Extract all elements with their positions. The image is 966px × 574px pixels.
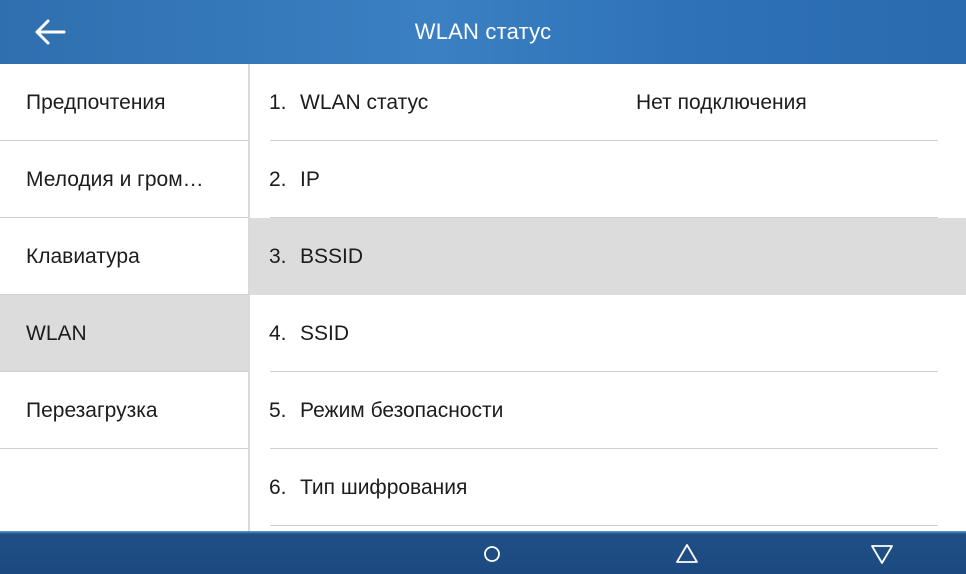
menu-button[interactable]	[862, 537, 902, 569]
home-button[interactable]	[472, 537, 512, 569]
wlan-status-list: 1. WLAN статус Нет подключения 2. IP 3. …	[250, 64, 966, 531]
sidebar-item-label: Мелодия и гром…	[26, 168, 204, 191]
item-label: Тип шифрования	[300, 476, 468, 499]
back-triangle-up-icon	[676, 544, 698, 563]
item-number: 2.	[269, 168, 287, 191]
settings-sidebar: Предпочтения Мелодия и гром… Клавиатура …	[0, 64, 250, 531]
sidebar-item-ringtone-volume[interactable]: Мелодия и гром…	[0, 141, 248, 218]
nav-back-button[interactable]	[667, 537, 707, 569]
title-bar: WLAN статус	[0, 0, 966, 64]
list-item-ip[interactable]: 2. IP	[250, 141, 966, 218]
item-label: WLAN статус	[300, 91, 429, 114]
item-value: Нет подключения	[636, 91, 807, 114]
wlan-status-screen: WLAN статус Предпочтения Мелодия и гром……	[0, 0, 966, 574]
list-item-encryption-type[interactable]: 6. Тип шифрования	[250, 449, 966, 526]
list-item-bssid[interactable]: 3. BSSID	[250, 218, 966, 295]
item-label: SSID	[300, 322, 350, 345]
sidebar-item-label: WLAN	[26, 322, 87, 345]
sidebar-item-wlan[interactable]: WLAN	[0, 295, 248, 372]
item-number: 5.	[269, 399, 287, 422]
item-label: BSSID	[300, 245, 364, 268]
sidebar-item-preferences[interactable]: Предпочтения	[0, 64, 248, 141]
sidebar-item-reboot[interactable]: Перезагрузка	[0, 372, 248, 449]
system-nav-bar	[0, 531, 966, 574]
item-label: Режим безопасности	[300, 399, 504, 422]
sidebar-item-label: Предпочтения	[26, 91, 166, 114]
sidebar-item-keyboard[interactable]: Клавиатура	[0, 218, 248, 295]
item-number: 4.	[269, 322, 287, 345]
item-number: 3.	[269, 245, 287, 268]
list-item-ssid[interactable]: 4. SSID	[250, 295, 966, 372]
item-label: IP	[300, 168, 320, 191]
sidebar-item-label: Клавиатура	[26, 245, 140, 268]
item-number: 1.	[269, 91, 287, 114]
page-title: WLAN статус	[414, 19, 552, 44]
list-item-security-mode[interactable]: 5. Режим безопасности	[250, 372, 966, 449]
list-item-wlan-status[interactable]: 1. WLAN статус Нет подключения	[250, 64, 966, 141]
sidebar-item-label: Перезагрузка	[26, 399, 158, 422]
home-circle-icon	[484, 546, 500, 562]
item-number: 6.	[269, 476, 287, 499]
menu-triangle-down-icon	[871, 545, 893, 564]
